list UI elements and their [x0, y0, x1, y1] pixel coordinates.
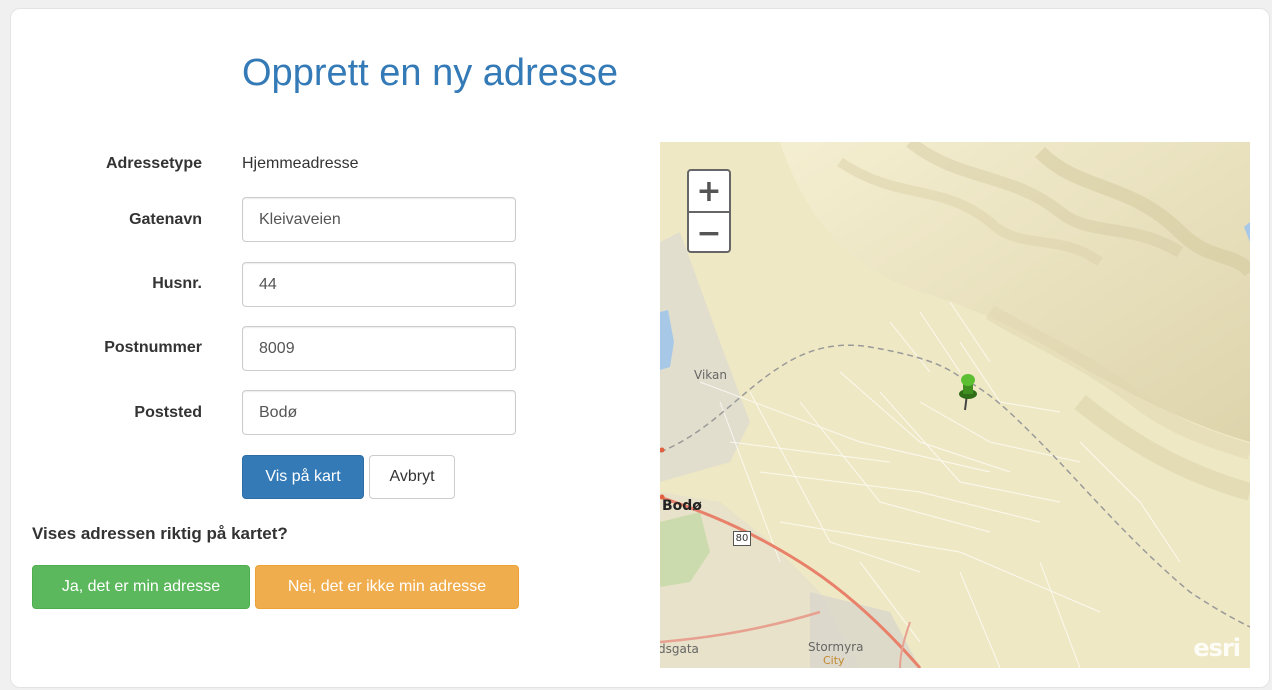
- pushpin-icon[interactable]: [956, 372, 980, 412]
- show-on-map-button[interactable]: Vis på kart: [242, 455, 364, 499]
- confirm-yes-button[interactable]: Ja, det er min adresse: [32, 565, 250, 609]
- cancel-button[interactable]: Avbryt: [369, 455, 455, 499]
- road-shield: 80: [733, 531, 751, 546]
- address-type-value: Hjemmeadresse: [242, 155, 359, 172]
- map-label-vikan: Vikan: [694, 368, 727, 382]
- map-zoom-control: + −: [687, 169, 731, 253]
- map-label-stormyra: Stormyra: [808, 640, 864, 654]
- street-label: Gatenavn: [129, 211, 202, 228]
- address-type-label: Adressetype: [105, 155, 202, 172]
- address-map[interactable]: + − Vikan Bodø 80 dsgata Stormyra City e…: [660, 142, 1250, 668]
- street-input[interactable]: [242, 197, 516, 242]
- map-label-bodo: Bodø: [662, 498, 702, 514]
- city-input[interactable]: [242, 390, 516, 435]
- map-label-street: dsgata: [660, 642, 699, 656]
- confirm-question: Vises adressen riktig på kartet?: [32, 524, 288, 543]
- postal-code-label: Postnummer: [104, 339, 202, 356]
- house-number-label: Husnr.: [152, 275, 202, 292]
- postal-code-input[interactable]: [242, 326, 516, 371]
- zoom-out-button[interactable]: −: [689, 213, 729, 253]
- zoom-in-button[interactable]: +: [689, 171, 729, 211]
- map-label-city: City: [823, 654, 845, 667]
- house-number-input[interactable]: [242, 262, 516, 307]
- city-label: Poststed: [134, 404, 202, 421]
- map-tiles: [660, 142, 1250, 668]
- confirm-no-button[interactable]: Nei, det er ikke min adresse: [255, 565, 519, 609]
- esri-attribution[interactable]: esri: [1193, 634, 1241, 662]
- page-title: Opprett en ny adresse: [242, 52, 618, 94]
